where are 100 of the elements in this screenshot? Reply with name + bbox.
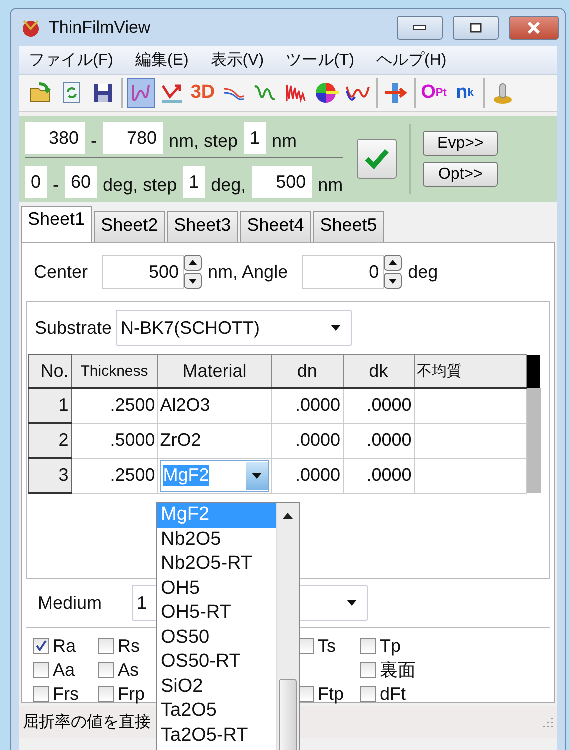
table-cell: .0000 bbox=[343, 458, 414, 493]
checkbox-label: Aa bbox=[53, 660, 76, 680]
dropdown-option[interactable]: OH5 bbox=[157, 576, 276, 601]
window-title: ThinFilmView bbox=[49, 18, 152, 38]
checkbox[interactable] bbox=[98, 638, 114, 654]
row-header[interactable]: 2 bbox=[28, 423, 72, 458]
number-field[interactable]: 60 bbox=[65, 166, 98, 198]
table-cell: .0000 bbox=[343, 423, 414, 458]
unit-label: nm bbox=[272, 131, 298, 153]
row-header[interactable]: 3 bbox=[28, 458, 72, 493]
option-button[interactable]: Evp>> bbox=[423, 131, 498, 156]
checkbox-label: As bbox=[118, 660, 140, 680]
split-arrow-icon bbox=[383, 81, 409, 105]
unit-label: deg, bbox=[211, 175, 246, 197]
checkbox-label: Frs bbox=[53, 684, 79, 704]
scrollbar[interactable] bbox=[276, 503, 299, 750]
sheet-tab[interactable]: Sheet3 bbox=[167, 211, 238, 242]
number-field[interactable]: 380 bbox=[25, 122, 85, 154]
checkbox-label: 裏面 bbox=[380, 659, 416, 682]
checkbox-label: Frp bbox=[118, 684, 145, 704]
dropdown-option[interactable]: Nb2O5-RT bbox=[157, 552, 276, 576]
spin-down-button[interactable] bbox=[184, 273, 202, 289]
column-header[interactable]: dk bbox=[343, 354, 414, 388]
column-header[interactable]: Thickness bbox=[71, 354, 158, 388]
close-button[interactable] bbox=[509, 16, 559, 40]
menu-item[interactable]: ヘルプ(H) bbox=[376, 50, 447, 70]
field-label: nm, Angle bbox=[208, 262, 288, 282]
dropdown-option[interactable]: OS50 bbox=[157, 626, 276, 650]
checkbox[interactable] bbox=[360, 662, 376, 678]
number-field[interactable]: 500 bbox=[252, 166, 312, 198]
dropdown-option[interactable]: OH5-RT bbox=[157, 601, 276, 626]
caret-icon bbox=[252, 472, 262, 478]
checkbox[interactable] bbox=[33, 638, 49, 654]
menu-item[interactable]: ツール(T) bbox=[286, 50, 355, 70]
unit-label: deg, step bbox=[103, 175, 178, 197]
substrate-dropdown[interactable]: N-BK7(SCHOTT) bbox=[116, 310, 352, 346]
checkbox[interactable] bbox=[33, 662, 49, 678]
checkbox-label: Rs bbox=[118, 636, 140, 656]
folder-icon bbox=[29, 81, 53, 105]
column-header[interactable]: dn bbox=[272, 354, 344, 388]
apply-button[interactable] bbox=[357, 139, 398, 179]
table-cell: ZrO2 bbox=[160, 430, 202, 450]
menu-item[interactable]: ファイル(F) bbox=[29, 50, 114, 70]
resize-grip-icon bbox=[543, 717, 553, 727]
maximize-button[interactable] bbox=[453, 16, 499, 40]
checkbox-label: dFt bbox=[380, 684, 406, 704]
dropdown-option[interactable]: Ta2O5-RT bbox=[157, 724, 276, 748]
unit-label: nm bbox=[318, 175, 344, 197]
number-field[interactable]: 500 bbox=[102, 255, 184, 289]
table-cell: .0000 bbox=[272, 423, 344, 458]
status-text: 屈折率の値を直接 bbox=[23, 712, 151, 732]
column-header[interactable]: Material bbox=[158, 354, 272, 388]
number-field[interactable]: 0 bbox=[302, 255, 384, 289]
dropdown-option[interactable]: SiO2 bbox=[157, 674, 276, 699]
menu-item[interactable]: 編集(E) bbox=[135, 50, 189, 70]
app-logo-icon bbox=[21, 18, 41, 38]
sheet-tab[interactable]: Sheet1 bbox=[21, 206, 92, 242]
dropdown-option[interactable]: Ta2O5 bbox=[157, 699, 276, 724]
sheet-tab[interactable]: Sheet4 bbox=[240, 211, 312, 242]
dropdown-option[interactable]: OS50-RT bbox=[157, 650, 276, 674]
row-header[interactable]: 1 bbox=[28, 388, 72, 423]
dropdown-option[interactable]: Nb2O5 bbox=[157, 528, 276, 552]
scrollbar-thumb[interactable] bbox=[279, 679, 297, 750]
caret-icon bbox=[347, 600, 358, 606]
menu-item[interactable]: 表示(V) bbox=[210, 50, 264, 70]
checkbox[interactable] bbox=[360, 686, 376, 702]
checkbox-label: Tp bbox=[380, 636, 402, 656]
unit-label: nm, step bbox=[169, 131, 238, 153]
field-label: Medium bbox=[38, 592, 102, 614]
scroll-up-icon bbox=[283, 513, 293, 519]
table-cell: .0000 bbox=[272, 388, 344, 423]
field-label: Center bbox=[34, 262, 88, 282]
number-field[interactable]: 1 bbox=[183, 166, 206, 198]
checkbox-label: Ts bbox=[318, 636, 336, 656]
field-label: Substrate bbox=[35, 318, 112, 338]
option-button[interactable]: Opt>> bbox=[423, 162, 498, 187]
table-cell: .0000 bbox=[343, 388, 414, 423]
table-cell: .2500 bbox=[71, 388, 158, 423]
checkbox[interactable] bbox=[33, 686, 49, 702]
sheet-tab[interactable]: Sheet2 bbox=[94, 211, 166, 242]
sheet-tab[interactable]: Sheet5 bbox=[313, 211, 384, 242]
checkbox[interactable] bbox=[98, 662, 114, 678]
number-field[interactable]: 780 bbox=[103, 122, 163, 154]
field-label: deg bbox=[408, 262, 438, 282]
checkmark-icon bbox=[364, 147, 390, 171]
minimize-icon bbox=[413, 24, 427, 30]
caret-icon bbox=[331, 325, 342, 331]
number-field[interactable]: 0 bbox=[25, 166, 48, 198]
spin-up-button[interactable] bbox=[384, 255, 402, 271]
close-icon bbox=[527, 22, 541, 34]
column-header[interactable]: 不均質 bbox=[414, 354, 526, 388]
minimize-button[interactable] bbox=[397, 16, 443, 40]
checkbox[interactable] bbox=[98, 686, 114, 702]
joystick-icon bbox=[491, 81, 515, 105]
checkbox[interactable] bbox=[360, 638, 376, 654]
column-header[interactable]: No. bbox=[28, 354, 72, 388]
spin-down-button[interactable] bbox=[384, 273, 402, 289]
table-cell: Al2O3 bbox=[160, 395, 210, 416]
spin-up-button[interactable] bbox=[184, 255, 202, 271]
number-field[interactable]: 1 bbox=[244, 122, 266, 154]
